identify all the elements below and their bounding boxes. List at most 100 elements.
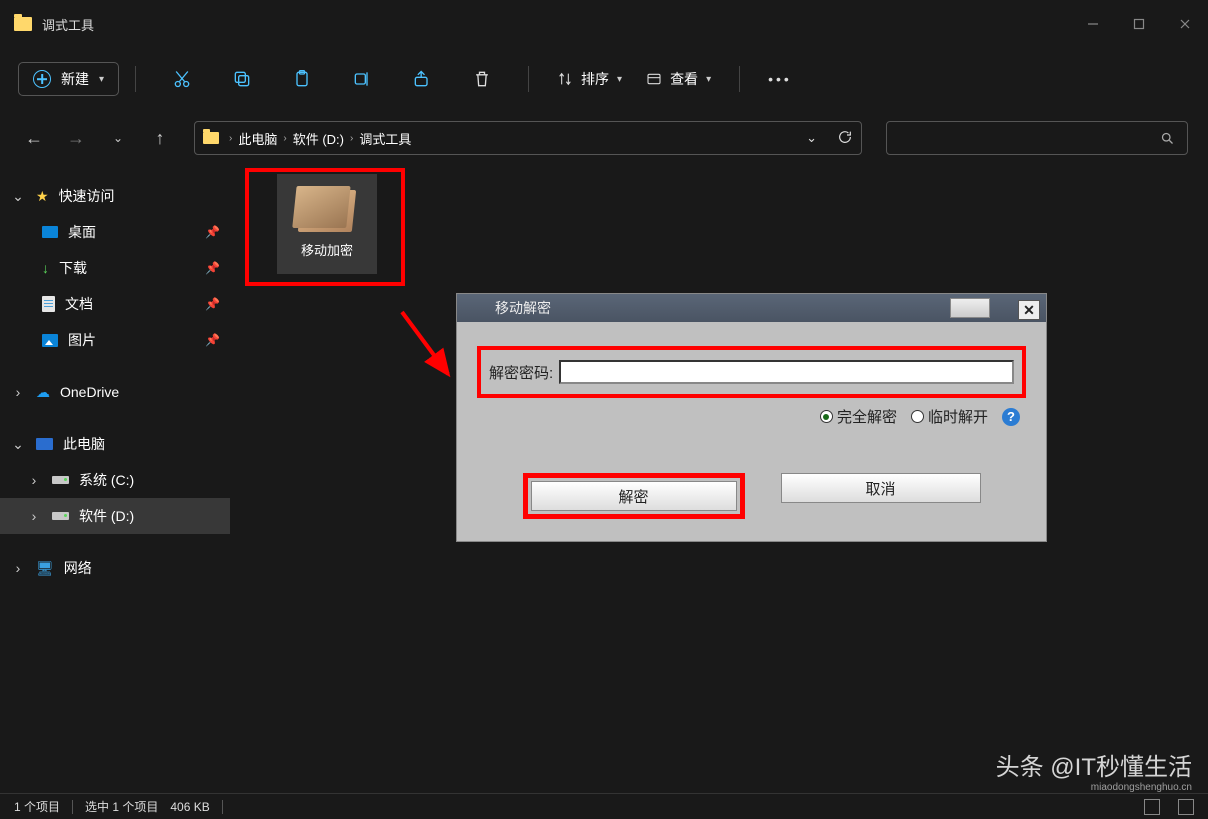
watermark: 头条 @IT秒懂生活 miaodongshenghuo.cn [996, 747, 1192, 793]
encrypted-folder-icon [298, 190, 356, 232]
status-bar: 1 个项目 选中 1 个项目 406 KB [0, 793, 1208, 819]
radio-icon [911, 410, 924, 423]
sidebar-item-network[interactable]: › 🖥 网络 [0, 550, 230, 586]
crumb-root[interactable]: 此电脑 [238, 129, 277, 148]
plus-icon [33, 70, 51, 88]
decrypt-button[interactable]: 解密 [531, 481, 737, 511]
pin-icon: 📌 [205, 261, 220, 275]
radio-temp-open[interactable]: 临时解开 [911, 406, 988, 427]
chevron-right-icon[interactable]: › [10, 384, 26, 400]
new-button-label: 新建 [61, 69, 89, 89]
sidebar-label: 桌面 [68, 222, 195, 242]
crumb-drive[interactable]: 软件 (D:) [293, 129, 344, 148]
drive-icon [52, 476, 69, 484]
address-dropdown[interactable]: ⌄ [806, 130, 817, 146]
drive-icon [52, 512, 69, 520]
file-item-label: 移动加密 [301, 240, 353, 259]
maximize-button[interactable] [1116, 0, 1162, 48]
status-item-count: 1 个项目 [14, 798, 60, 815]
password-label: 解密密码: [489, 362, 553, 383]
window-title: 调式工具 [42, 15, 94, 34]
password-input[interactable] [559, 360, 1014, 384]
sidebar-label: 系统 (C:) [79, 470, 220, 490]
sidebar-item-drive-c[interactable]: › 系统 (C:) [0, 462, 230, 498]
chevron-down-icon[interactable]: ⌄ [10, 188, 26, 205]
chevron-down-icon: ▾ [617, 74, 622, 85]
refresh-button[interactable] [837, 129, 853, 148]
sidebar-item-quick[interactable]: ⌄ ★ 快速访问 [0, 178, 230, 214]
chevron-right-icon: › [229, 133, 232, 144]
chevron-right-icon[interactable]: › [26, 472, 42, 488]
title-bar: 调式工具 [0, 0, 1208, 48]
forward-button[interactable]: → [62, 128, 90, 149]
help-icon[interactable]: ? [1002, 408, 1020, 426]
onedrive-icon: ☁ [36, 384, 50, 401]
file-item[interactable]: 移动加密 [277, 174, 377, 274]
sidebar-label: 快速访问 [59, 186, 220, 206]
sidebar-item-drive-d[interactable]: › 软件 (D:) [0, 498, 230, 534]
paste-icon[interactable] [282, 59, 322, 99]
recent-button[interactable]: ⌄ [104, 131, 132, 145]
dialog-minimize-area [950, 298, 990, 318]
sort-button[interactable]: 排序 ▾ [557, 69, 622, 89]
annotation-box: 移动加密 [245, 168, 405, 286]
thumbnails-view-icon[interactable] [1178, 799, 1194, 815]
sidebar-label: 网络 [64, 558, 220, 578]
chevron-right-icon: › [283, 133, 286, 144]
status-selected: 选中 1 个项目 [85, 798, 158, 815]
address-bar-row: ← → ⌄ ↑ › 此电脑 › 软件 (D:) › 调式工具 ⌄ [0, 110, 1208, 166]
sidebar-label: 图片 [68, 330, 195, 350]
cancel-button[interactable]: 取消 [781, 473, 981, 503]
sidebar-item-onedrive[interactable]: › ☁ OneDrive [0, 374, 230, 410]
dialog-title: 移动解密 [495, 298, 551, 318]
sidebar-label: 下载 [59, 258, 195, 278]
toolbar: 新建 ▾ 排序 ▾ 查看 ▾ ••• [0, 48, 1208, 110]
star-icon: ★ [36, 188, 49, 205]
sidebar-label: 文档 [65, 294, 195, 314]
chevron-down-icon: ▾ [99, 74, 104, 85]
more-button[interactable]: ••• [768, 71, 792, 87]
delete-icon[interactable] [462, 59, 502, 99]
picture-icon [42, 334, 58, 347]
pc-icon [36, 438, 53, 450]
up-button[interactable]: ↑ [146, 128, 174, 149]
close-button[interactable] [1162, 0, 1208, 48]
network-icon: 🖥 [36, 560, 54, 577]
pin-icon: 📌 [205, 297, 220, 311]
decrypt-dialog: 移动解密 ✕ 解密密码: 完全解密 临时解开 ? 解密 取消 [456, 293, 1047, 542]
sidebar-item-pictures[interactable]: 图片 📌 [0, 322, 230, 358]
radio-label: 临时解开 [928, 406, 988, 427]
annotation-box: 解密 [523, 473, 745, 519]
details-view-icon[interactable] [1144, 799, 1160, 815]
chevron-down-icon[interactable]: ⌄ [10, 436, 26, 453]
address-bar[interactable]: › 此电脑 › 软件 (D:) › 调式工具 ⌄ [194, 121, 862, 155]
watermark-text: 头条 @IT秒懂生活 [996, 747, 1192, 782]
sidebar-item-thispc[interactable]: ⌄ 此电脑 [0, 426, 230, 462]
new-button[interactable]: 新建 ▾ [18, 62, 119, 96]
radio-full-decrypt[interactable]: 完全解密 [820, 406, 897, 427]
crumb-folder[interactable]: 调式工具 [359, 129, 411, 148]
sidebar-label: 此电脑 [63, 434, 220, 454]
dialog-close-button[interactable]: ✕ [1018, 300, 1040, 320]
sidebar: ⌄ ★ 快速访问 桌面 📌 ↓ 下载 📌 文档 📌 图片 📌 › ☁ O [0, 166, 230, 793]
download-icon: ↓ [42, 260, 49, 276]
back-button[interactable]: ← [20, 128, 48, 149]
radio-row: 完全解密 临时解开 ? [477, 406, 1026, 427]
annotation-box: 解密密码: [477, 346, 1026, 398]
view-button[interactable]: 查看 ▾ [646, 69, 711, 89]
sidebar-item-downloads[interactable]: ↓ 下载 📌 [0, 250, 230, 286]
copy-icon[interactable] [222, 59, 262, 99]
sidebar-item-documents[interactable]: 文档 📌 [0, 286, 230, 322]
chevron-right-icon[interactable]: › [10, 560, 26, 576]
cut-icon[interactable] [162, 59, 202, 99]
radio-icon [820, 410, 833, 423]
dialog-title-bar[interactable]: 移动解密 [457, 294, 1046, 322]
radio-label: 完全解密 [837, 406, 897, 427]
rename-icon[interactable] [342, 59, 382, 99]
folder-icon [14, 17, 32, 31]
chevron-right-icon[interactable]: › [26, 508, 42, 524]
search-input[interactable] [886, 121, 1188, 155]
minimize-button[interactable] [1070, 0, 1116, 48]
share-icon[interactable] [402, 59, 442, 99]
sidebar-item-desktop[interactable]: 桌面 📌 [0, 214, 230, 250]
